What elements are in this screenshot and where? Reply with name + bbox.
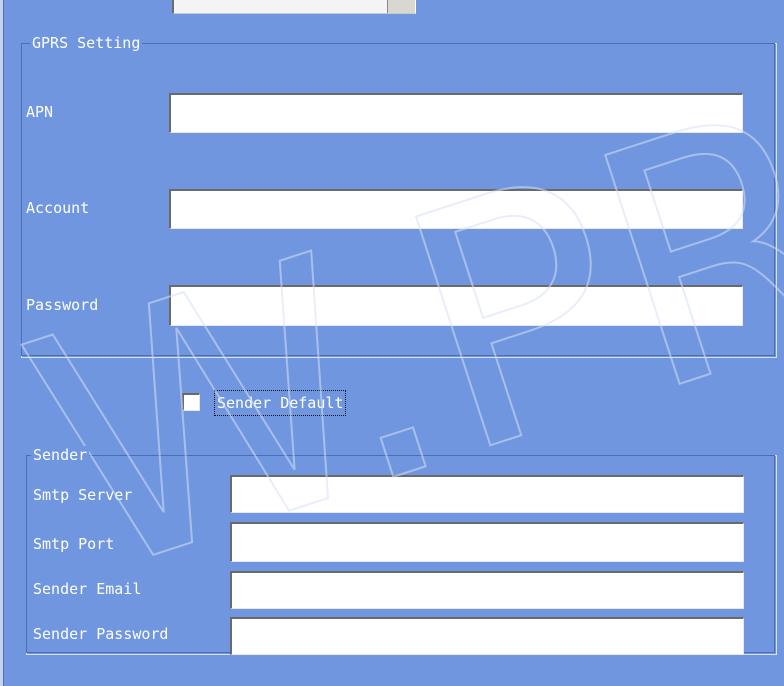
dropdown-button[interactable] — [387, 0, 415, 13]
account-input[interactable] — [169, 189, 743, 229]
password-input[interactable] — [169, 285, 743, 326]
sender-default-checkbox[interactable] — [182, 393, 200, 411]
sender-password-label: Sender Password — [33, 625, 169, 643]
smtp-server-label: Smtp Server — [33, 486, 133, 504]
smtp-port-label: Smtp Port — [33, 535, 115, 553]
sender-password-input[interactable] — [230, 617, 744, 655]
account-label: Account — [26, 199, 90, 217]
smtp-server-input[interactable] — [230, 475, 744, 513]
apn-label: APN — [26, 103, 54, 121]
gprs-setting-legend: GPRS Setting — [30, 34, 143, 52]
dropdown-partial[interactable] — [172, 0, 416, 14]
sender-legend: Sender — [31, 446, 90, 464]
password-label: Password — [26, 296, 99, 314]
window-left-edge — [0, 0, 4, 686]
sender-email-label: Sender Email — [33, 580, 142, 598]
smtp-port-input[interactable] — [230, 522, 744, 562]
sender-email-input[interactable] — [230, 571, 744, 609]
sender-default-label[interactable]: Sender Default — [214, 390, 347, 416]
apn-input[interactable] — [169, 93, 743, 133]
